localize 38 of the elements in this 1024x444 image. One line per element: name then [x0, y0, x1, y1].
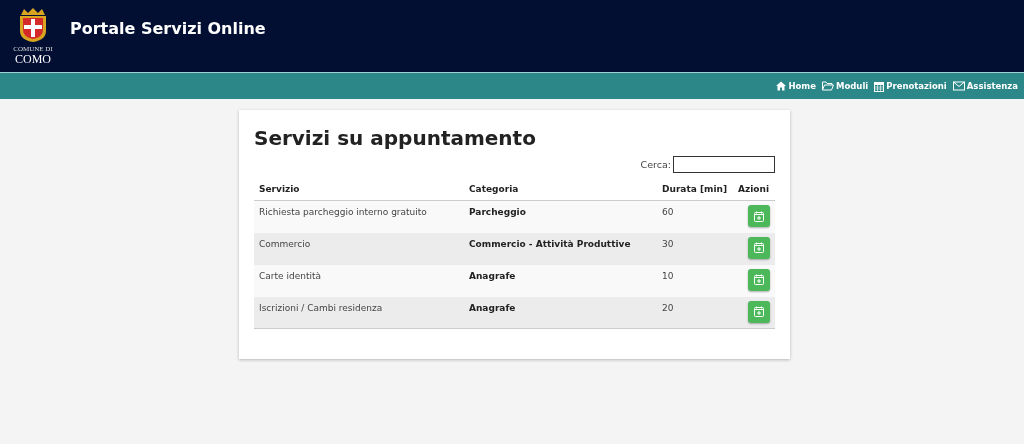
- envelope-icon: [952, 81, 965, 91]
- calendar-icon: [874, 80, 885, 92]
- nav-link[interactable]: Prenotazioni: [874, 80, 947, 92]
- search-field[interactable]: [673, 156, 775, 173]
- calendar-plus-icon: [754, 274, 764, 285]
- table-cell: 60: [657, 200, 732, 233]
- calendar-plus-icon: [754, 210, 764, 222]
- column-header: Azioni: [732, 178, 775, 201]
- card-title: Servizi su appuntamento: [254, 126, 537, 150]
- table-cell: Commercio - Attività Produttive: [464, 232, 657, 265]
- calendar-plus-icon: [754, 306, 764, 317]
- table-cell: Commercio: [254, 232, 464, 265]
- site-title: Portale Servizi Online: [70, 18, 266, 38]
- home-icon: [776, 81, 787, 91]
- calendar-plus-icon: [754, 242, 764, 253]
- table-cell: 10: [657, 264, 732, 297]
- table-cell: Anagrafe: [464, 264, 657, 297]
- table-cell: Richiesta parcheggio interno gratuito: [254, 200, 464, 233]
- logo-wordmark: COMO: [15, 53, 51, 65]
- book-button[interactable]: [748, 205, 770, 227]
- book-button[interactable]: [748, 268, 770, 291]
- column-header: Durata [min]: [657, 178, 732, 201]
- column-header: Servizio: [254, 178, 464, 201]
- coat-of-arms-icon: [18, 7, 48, 43]
- table-cell: Carte identità: [254, 264, 464, 297]
- nav-link[interactable]: Assistenza: [952, 81, 1018, 91]
- table-cell: Anagrafe: [464, 296, 657, 329]
- table-cell: 20: [657, 296, 732, 329]
- folder-icon: [821, 81, 834, 91]
- column-header: Categoria: [464, 178, 657, 201]
- table-cell: 30: [657, 232, 732, 265]
- table-cell: Iscrizioni / Cambi residenza: [254, 296, 464, 329]
- nav-link[interactable]: Home: [776, 81, 816, 91]
- nav-link[interactable]: Moduli: [821, 81, 869, 91]
- table-cell: Parcheggio: [464, 200, 657, 233]
- book-button[interactable]: [748, 300, 770, 323]
- search-label: Cerca:: [640, 159, 671, 170]
- book-button[interactable]: [748, 236, 770, 259]
